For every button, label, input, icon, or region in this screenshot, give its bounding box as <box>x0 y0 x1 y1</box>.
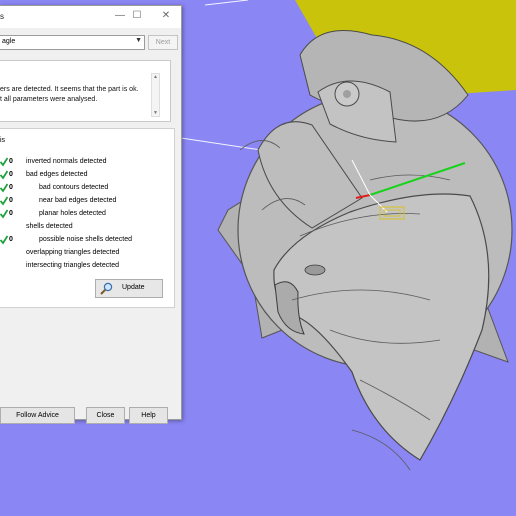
check-icon <box>0 183 8 193</box>
dialog-titlebar: s — ☐ ✕ <box>0 6 181 28</box>
row-label: possible noise shells detected <box>39 236 133 243</box>
row-count: 0 <box>9 158 13 165</box>
check-type-select[interactable]: agle ▼ <box>0 35 145 50</box>
row-count: 0 <box>9 210 13 217</box>
update-button[interactable]: Update <box>95 279 163 298</box>
row-label: intersecting triangles detected <box>26 262 119 269</box>
message-line: ers are detected. It seems that the part… <box>0 86 139 93</box>
check-type-value: agle <box>2 38 16 45</box>
row-count: 0 <box>9 197 13 204</box>
row-count: 0 <box>9 171 13 178</box>
check-icon <box>0 157 8 167</box>
update-button-label: Update <box>122 284 145 291</box>
check-icon <box>0 235 8 245</box>
close-window-icon[interactable]: ✕ <box>159 10 173 22</box>
analysis-group: is 0 inverted normals detected 0 bad edg… <box>0 128 175 308</box>
row-count: 0 <box>9 236 13 243</box>
magnifier-icon <box>100 282 113 295</box>
analysis-dialog: s — ☐ ✕ agle ▼ Next ers are detected. It… <box>0 5 182 424</box>
message-scrollbar[interactable]: ▲ ▼ <box>151 73 160 117</box>
scroll-down-icon[interactable]: ▼ <box>152 110 159 116</box>
row-label: overlapping triangles detected <box>26 249 120 256</box>
chevron-down-icon: ▼ <box>135 37 142 44</box>
check-icon <box>0 196 8 206</box>
minimize-icon[interactable]: — <box>113 10 127 22</box>
row-count: 0 <box>9 184 13 191</box>
row-label: planar holes detected <box>39 210 106 217</box>
message-panel: ers are detected. It seems that the part… <box>0 60 171 122</box>
maximize-icon[interactable]: ☐ <box>130 10 144 22</box>
help-button[interactable]: Help <box>129 407 168 424</box>
row-label: bad contours detected <box>39 184 109 191</box>
check-icon <box>0 209 8 219</box>
check-icon <box>0 170 8 180</box>
row-label: shells detected <box>26 223 73 230</box>
row-label: near bad edges detected <box>39 197 117 204</box>
dialog-title: s <box>0 12 4 21</box>
follow-advice-button[interactable]: Follow Advice <box>0 407 75 424</box>
next-button[interactable]: Next <box>148 35 178 50</box>
row-label: bad edges detected <box>26 171 88 178</box>
row-label: inverted normals detected <box>26 158 107 165</box>
scroll-up-icon[interactable]: ▲ <box>152 74 159 80</box>
message-line: t all parameters were analysed. <box>0 96 98 103</box>
close-button[interactable]: Close <box>86 407 125 424</box>
analysis-group-label: is <box>0 137 6 144</box>
